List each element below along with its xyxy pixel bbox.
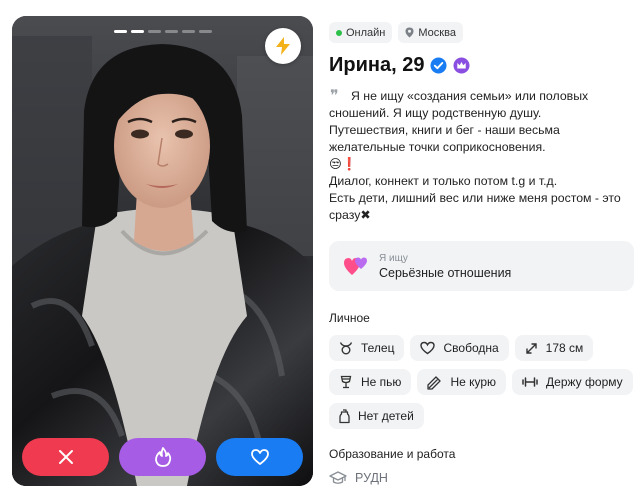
profile-name-age: Ирина, 29 [329,53,425,76]
heart-icon [250,449,269,465]
tag-fitness: Держу форму [512,369,633,395]
action-bar [22,438,303,476]
profile-photo[interactable] [12,16,313,486]
tag-zodiac: Телец [329,335,405,361]
profile-info: Онлайн Москва Ирина, 29 ❞ Я не ищу «созд… [329,22,634,485]
tag-relationship: Свободна [410,335,509,361]
photo-progress-segment[interactable] [148,30,161,33]
online-label: Онлайн [346,26,386,39]
photo-progress-segment[interactable] [165,30,178,33]
photo-progress-segment[interactable] [114,30,127,33]
tag-label: Не курю [450,375,497,389]
bio-text: ❞ Я не ищу «создания семьи» или половых … [329,88,634,224]
online-status-chip: Онлайн [329,22,393,43]
looking-for-card: Я ищу Серьёзные отношения [329,241,634,291]
bio-line: желательные точки соприкосновения. [329,140,546,154]
quote-icon: ❞ [330,86,339,105]
bio-line: Есть дети, лишний вес или ниже меня рост… [329,191,621,205]
bio-line: сношений. Я ищу родственную душу. [329,106,542,120]
crown-badge-icon[interactable] [453,57,470,74]
city-label: Москва [418,26,456,39]
verified-check-icon [430,57,447,73]
tag-alcohol: Не пью [329,369,412,395]
city-chip: Москва [398,22,463,43]
baby-bottle-icon [339,408,350,423]
looking-for-label: Я ищу [379,252,408,264]
tag-label: Телец [361,341,395,355]
bio-line: Я не ищу «создания семьи» или половых [351,89,589,103]
status-chips: Онлайн Москва [329,22,634,43]
tag-label: Не пью [361,375,402,389]
bio-line: сразу✖ [329,208,371,222]
dislike-button[interactable] [22,438,109,476]
tag-smoking: Не курю [417,369,507,395]
tag-height: 178 см [514,335,594,361]
height-icon [525,342,537,354]
superlike-button[interactable] [119,438,206,476]
close-icon [58,450,73,464]
tag-label: Держу форму [546,375,623,389]
flame-icon [154,447,171,467]
location-pin-icon [405,27,414,38]
personal-section-title: Личное [329,311,370,325]
name-row: Ирина, 29 [329,52,634,78]
education-row: РУДН [329,471,634,485]
online-dot-icon [336,29,342,36]
glass-icon [340,375,352,389]
education-section-title: Образование и работа [329,447,456,461]
personal-tags: Телец Свободна 178 см Не пью Не курю Дер… [329,335,634,429]
profile-photo-card[interactable] [12,16,313,486]
photo-progress-segment[interactable] [199,30,212,33]
bio-line: 😒❗ [329,157,358,171]
no-smoking-icon [427,375,442,390]
tag-children: Нет детей [329,403,424,429]
taurus-icon [339,342,353,355]
hearts-icon [344,257,367,275]
bio-line: Путешествия, книги и бег - наши весьма [329,123,560,137]
graduation-cap-icon [329,471,347,484]
photo-progress-segment[interactable] [182,30,195,33]
photo-progress-indicator [114,30,212,33]
tag-label: 178 см [545,341,584,355]
looking-for-value: Серьёзные отношения [379,265,512,280]
tag-label: Свободна [443,341,499,355]
photo-progress-segment[interactable] [131,30,144,33]
lightning-icon [276,37,290,55]
bio-line: Диалог, коннект и только потом t.g и т.д… [329,174,558,188]
heart-outline-icon [420,341,436,355]
tag-label: Нет детей [358,409,414,423]
boost-button[interactable] [265,28,301,64]
university-label: РУДН [355,471,388,485]
like-button[interactable] [216,438,303,476]
dumbbell-icon [522,377,538,387]
